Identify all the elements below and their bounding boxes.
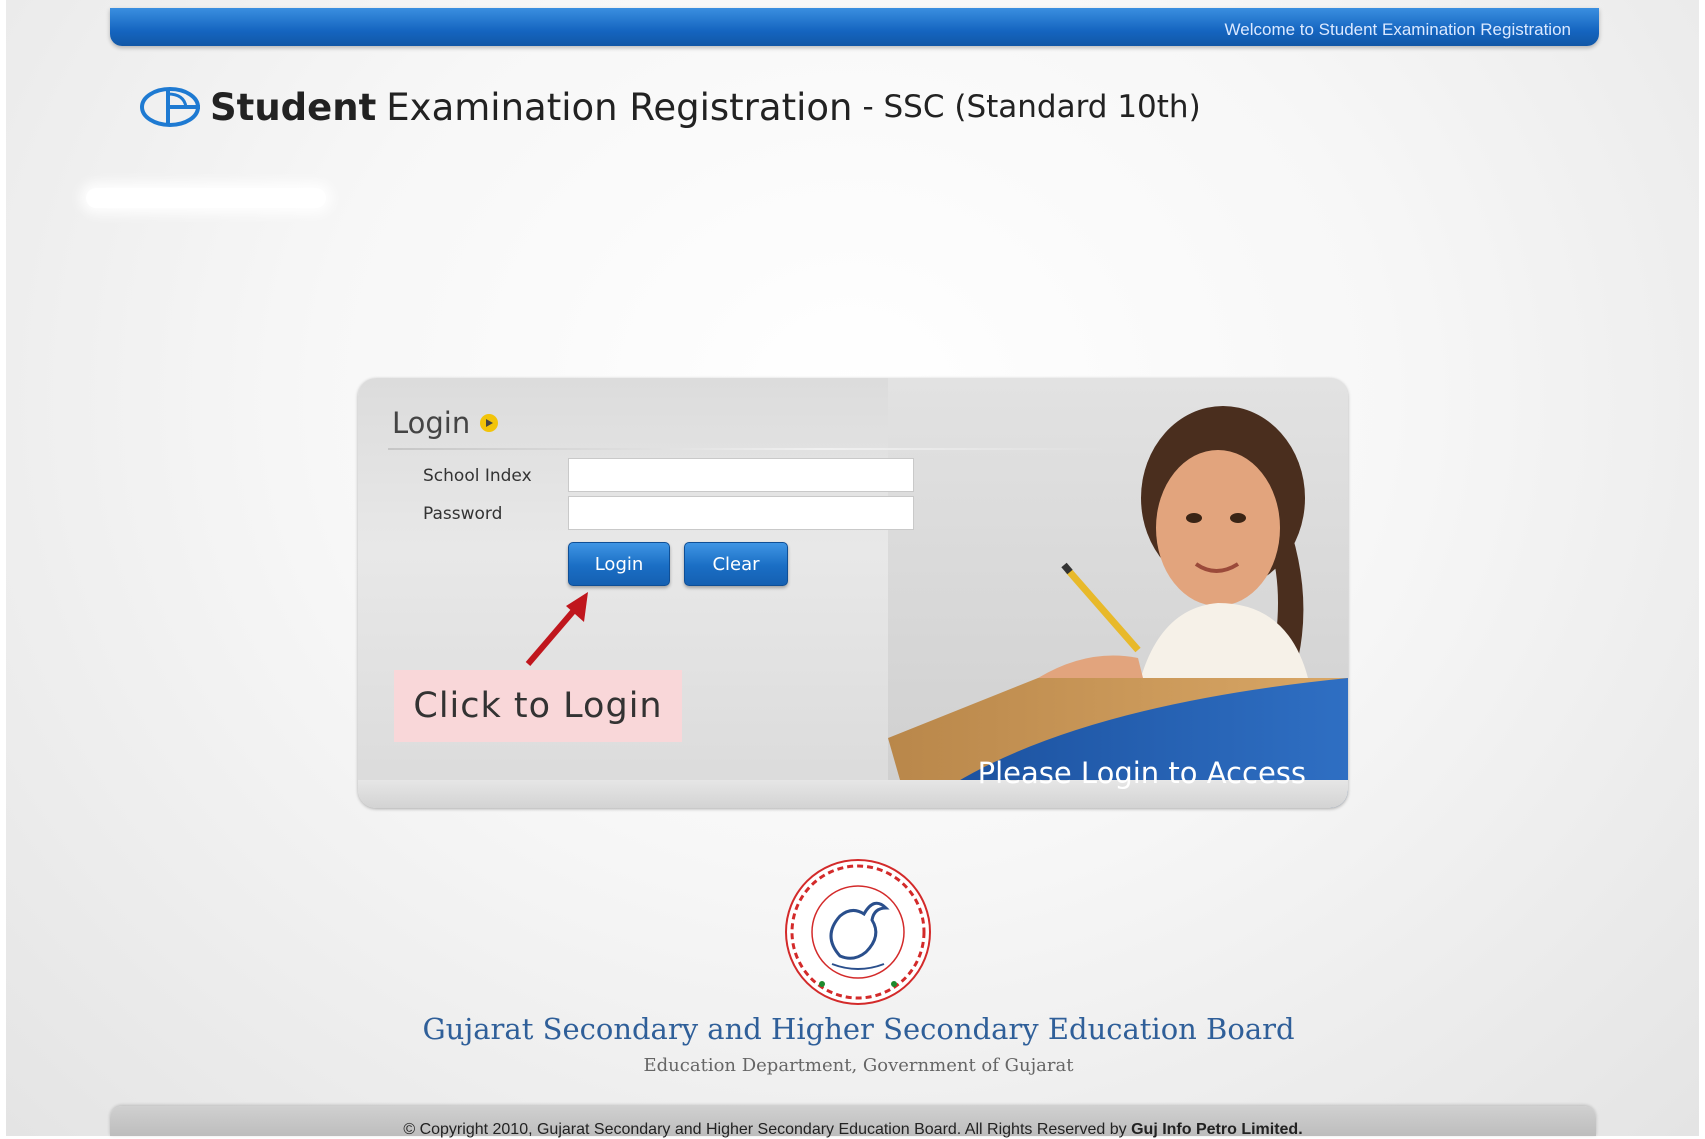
school-index-label: School Index <box>423 466 532 486</box>
password-input[interactable] <box>568 496 914 530</box>
decorative-highlight <box>86 188 326 208</box>
divider <box>388 448 1108 450</box>
login-button[interactable]: Login <box>568 542 670 586</box>
please-login-banner: Please Login to Access <box>977 756 1306 790</box>
student-illustration <box>888 378 1348 808</box>
arrow-icon <box>480 414 499 432</box>
title-sub: - SSC (Standard 10th) <box>862 89 1201 125</box>
footer-copyright: © Copyright 2010, Gujarat Secondary and … <box>110 1121 1596 1139</box>
top-bar: Welcome to Student Examination Registrat… <box>110 8 1599 46</box>
login-panel: Login School Index Password Login Clear … <box>358 378 1348 808</box>
copyright-text: © Copyright 2010, Gujarat Secondary and … <box>403 1121 1132 1138</box>
password-label: Password <box>423 504 503 524</box>
welcome-text: Welcome to Student Examination Registrat… <box>1224 20 1571 39</box>
title-bold: Student <box>210 85 377 129</box>
board-name: Gujarat Secondary and Higher Secondary E… <box>422 1012 1295 1046</box>
click-to-login-callout: Click to Login <box>394 670 682 742</box>
title-main: Examination Registration <box>386 85 853 129</box>
app-title: Student Examination Registration - SSC (… <box>138 82 1201 132</box>
board-subtitle: Education Department, Government of Guja… <box>643 1055 1074 1076</box>
company-name: Guj Info Petro Limited. <box>1131 1121 1303 1138</box>
login-heading: Login <box>392 406 499 440</box>
page-background: Welcome to Student Examination Registrat… <box>6 0 1699 1139</box>
footer: © Copyright 2010, Gujarat Secondary and … <box>110 1106 1596 1139</box>
board-emblem <box>785 859 931 1005</box>
school-index-input[interactable] <box>568 458 914 492</box>
callout-arrow-icon <box>525 592 588 666</box>
login-heading-text: Login <box>392 406 471 440</box>
clear-button[interactable]: Clear <box>684 542 788 586</box>
app-logo-icon <box>140 87 200 127</box>
